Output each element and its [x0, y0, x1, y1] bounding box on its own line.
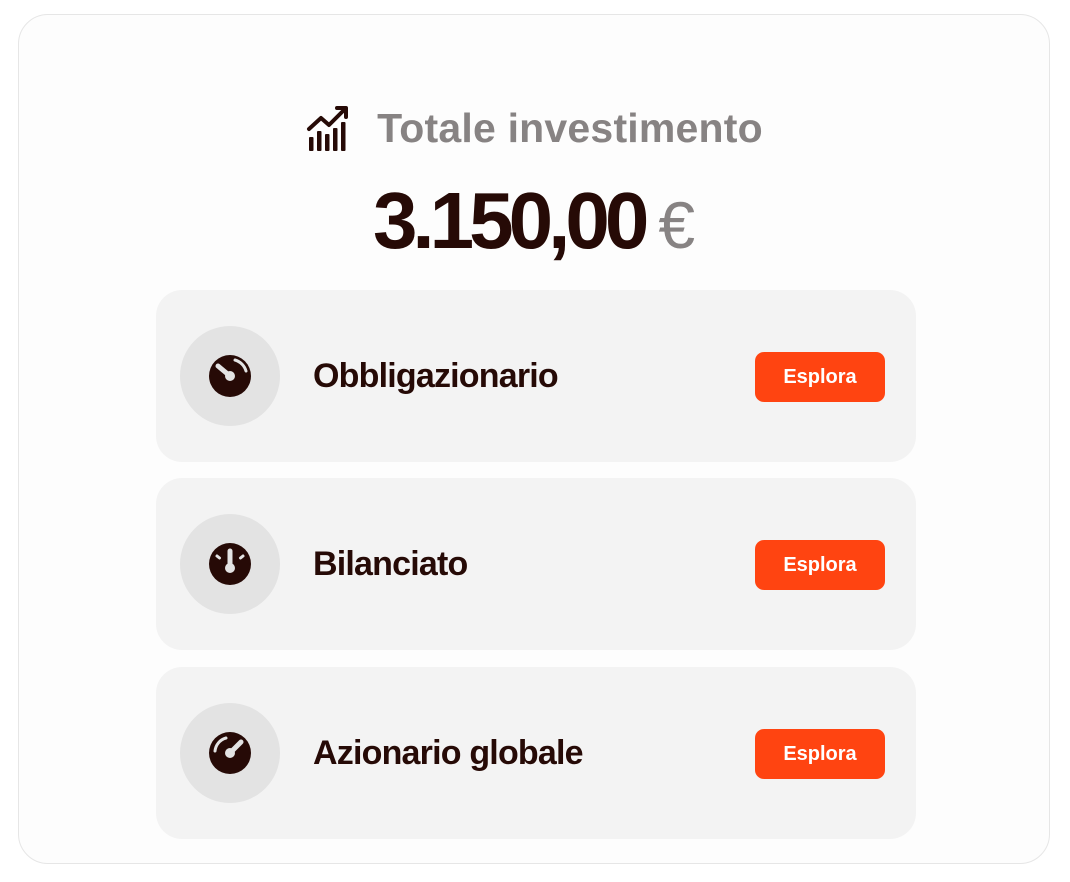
chart-trending-up-icon: [307, 106, 349, 151]
gauge-low-icon: [209, 355, 251, 397]
gauge-high-icon: [209, 732, 251, 774]
investment-summary-card: Totale investimento 3.150,00 € Obbligazi…: [18, 14, 1050, 864]
currency-symbol: €: [658, 188, 696, 262]
fund-name: Azionario globale: [313, 734, 584, 772]
gauge-medium-icon: [209, 543, 251, 585]
fund-row-azionario-globale: Azionario globale Esplora: [156, 667, 916, 839]
total-investment-value: 3.150,00 €: [19, 175, 1049, 267]
explore-button-azionario-globale[interactable]: Esplora: [755, 729, 885, 779]
total-header: Totale investimento: [19, 103, 1049, 153]
total-amount: 3.150,00: [372, 176, 649, 265]
fund-name: Bilanciato: [313, 545, 468, 583]
fund-icon-container: [180, 514, 280, 614]
explore-button-bilanciato[interactable]: Esplora: [755, 540, 885, 590]
fund-row-bilanciato: Bilanciato Esplora: [156, 478, 916, 650]
explore-button-obbligazionario[interactable]: Esplora: [755, 352, 885, 402]
fund-row-obbligazionario: Obbligazionario Esplora: [156, 290, 916, 462]
page-title: Totale investimento: [377, 104, 763, 151]
fund-icon-container: [180, 326, 280, 426]
fund-name: Obbligazionario: [313, 357, 559, 395]
fund-icon-container: [180, 703, 280, 803]
